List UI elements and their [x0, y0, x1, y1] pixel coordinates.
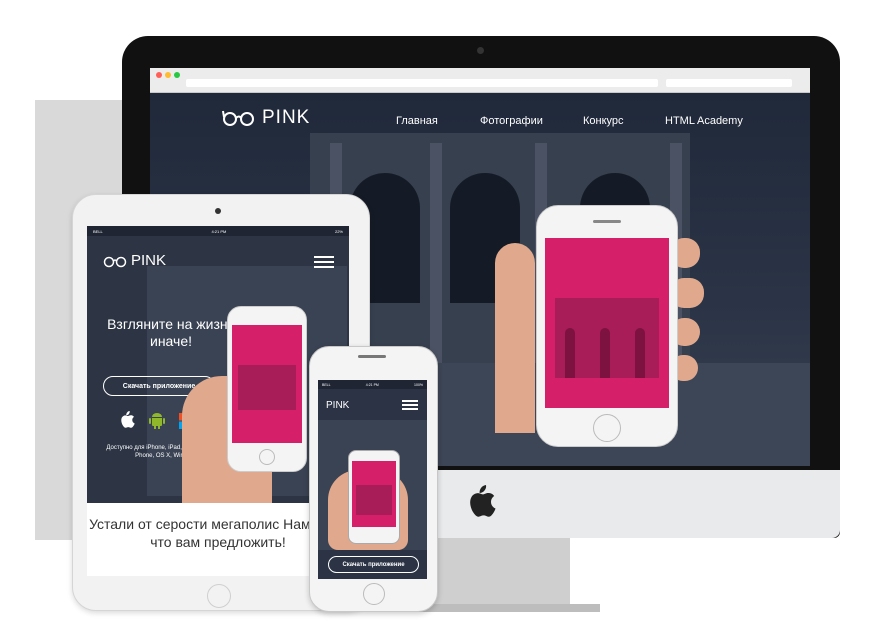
glasses-icon [222, 110, 254, 126]
nav-home[interactable]: Главная [396, 115, 438, 127]
tablet-logo[interactable]: PINK [103, 252, 166, 269]
tablet-status-bar: BELL 4:21 PM 22% [87, 226, 349, 236]
hamburger-menu-icon[interactable] [402, 400, 418, 410]
apple-icon[interactable] [119, 410, 135, 429]
maximize-window-button[interactable] [174, 72, 180, 78]
building-photo-pink [238, 365, 296, 410]
phone-screen: BELL 4:21 PM 100% PINK Скачать приложени… [318, 380, 427, 579]
phone-speaker [593, 220, 621, 223]
building-column [430, 143, 442, 363]
hero-heading: Взгляните на жизнь иначе! [107, 316, 235, 349]
time-label: 4:21 PM [211, 228, 227, 234]
hamburger-line [402, 400, 418, 402]
android-icon[interactable] [149, 412, 165, 429]
building-photo-pink [356, 485, 392, 515]
battery-label: 100% [414, 382, 423, 387]
tablet-hero-phone [227, 306, 307, 472]
hamburger-line [314, 256, 334, 258]
desktop-hero-phone [536, 205, 678, 447]
browser-toolbar [150, 68, 810, 93]
tablet-logo-text: PINK [131, 252, 167, 269]
hamburger-menu-icon[interactable] [314, 256, 334, 270]
camera-icon [477, 47, 484, 54]
building-arch [600, 328, 610, 378]
phone-hero-phone [348, 450, 400, 544]
site-logo-text: PINK [262, 107, 311, 128]
download-app-button[interactable]: Скачать приложение [328, 556, 419, 573]
phone-speaker [358, 355, 386, 358]
nav-contest[interactable]: Конкурс [583, 115, 624, 127]
glasses-icon [103, 256, 127, 267]
time-label: 4:21 PM [365, 382, 379, 387]
site-logo[interactable]: PINK [222, 107, 310, 129]
carrier-label: BELL [322, 382, 331, 387]
phone-home-button [593, 414, 621, 442]
hamburger-line [314, 266, 334, 268]
nav-html-academy[interactable]: HTML Academy [665, 115, 743, 127]
phone-screen [232, 325, 302, 443]
browser-search-bar[interactable] [666, 79, 792, 87]
building-arch [565, 328, 575, 378]
camera-icon [215, 208, 221, 214]
phone-screen [545, 238, 669, 408]
minimize-window-button[interactable] [165, 72, 171, 78]
nav-photos[interactable]: Фотографии [480, 115, 543, 127]
phone-home-button [363, 583, 385, 605]
phone-logo[interactable]: PINK [326, 400, 349, 411]
battery-label: 22% [334, 228, 343, 234]
phone-status-bar: BELL 4:21 PM 100% [318, 380, 427, 389]
phone-home-button [259, 449, 275, 465]
address-bar[interactable] [186, 79, 658, 87]
close-window-button[interactable] [156, 72, 162, 78]
mini-phone-screen [352, 461, 396, 527]
apple-icon [470, 485, 496, 517]
tablet-home-button [207, 584, 231, 608]
hamburger-line [402, 408, 418, 410]
carrier-label: BELL [93, 228, 103, 234]
hamburger-line [314, 261, 334, 263]
hamburger-line [402, 404, 418, 406]
hand-thumb [495, 243, 535, 433]
building-arch [635, 328, 645, 378]
